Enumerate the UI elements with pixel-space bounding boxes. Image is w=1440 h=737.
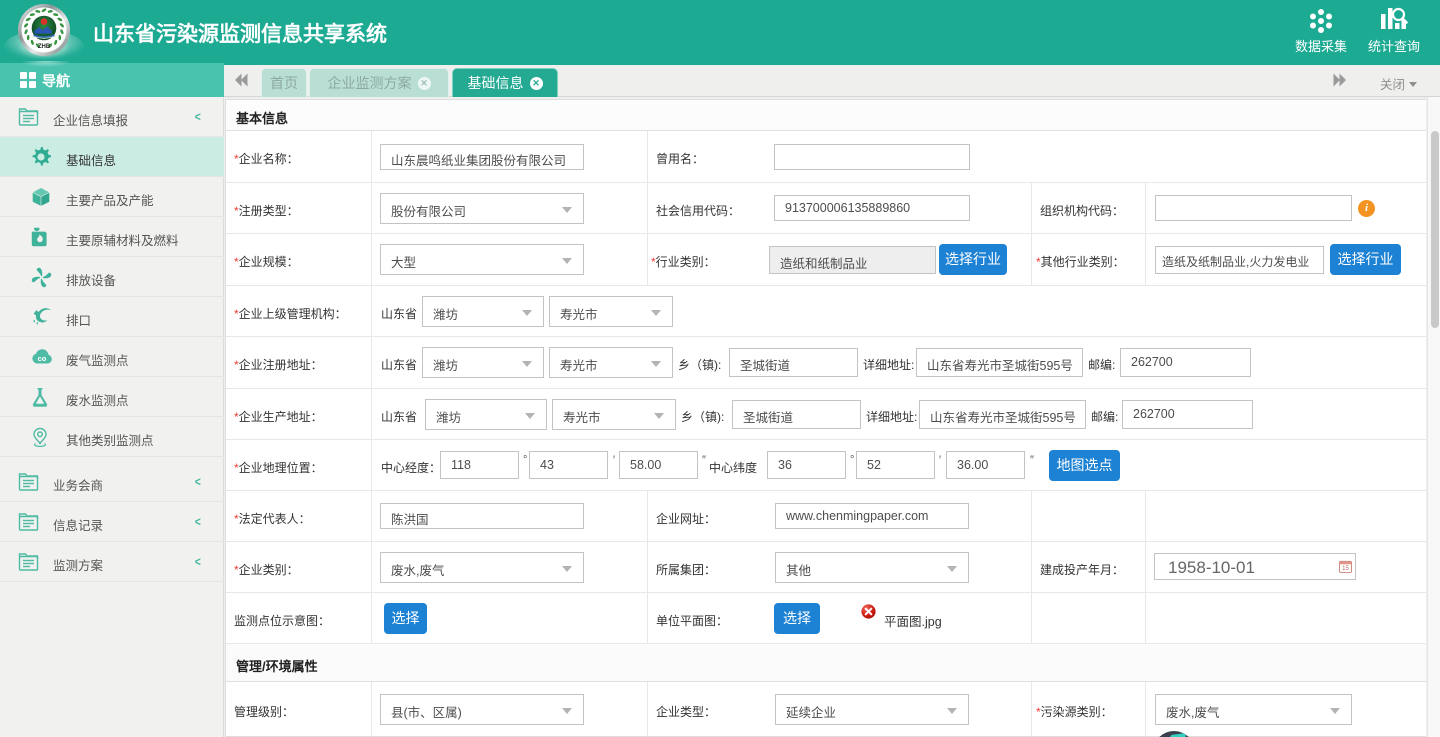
svg-text:ZHB: ZHB xyxy=(38,44,51,50)
svg-text:co: co xyxy=(38,354,47,363)
svg-text:15: 15 xyxy=(1342,566,1349,572)
